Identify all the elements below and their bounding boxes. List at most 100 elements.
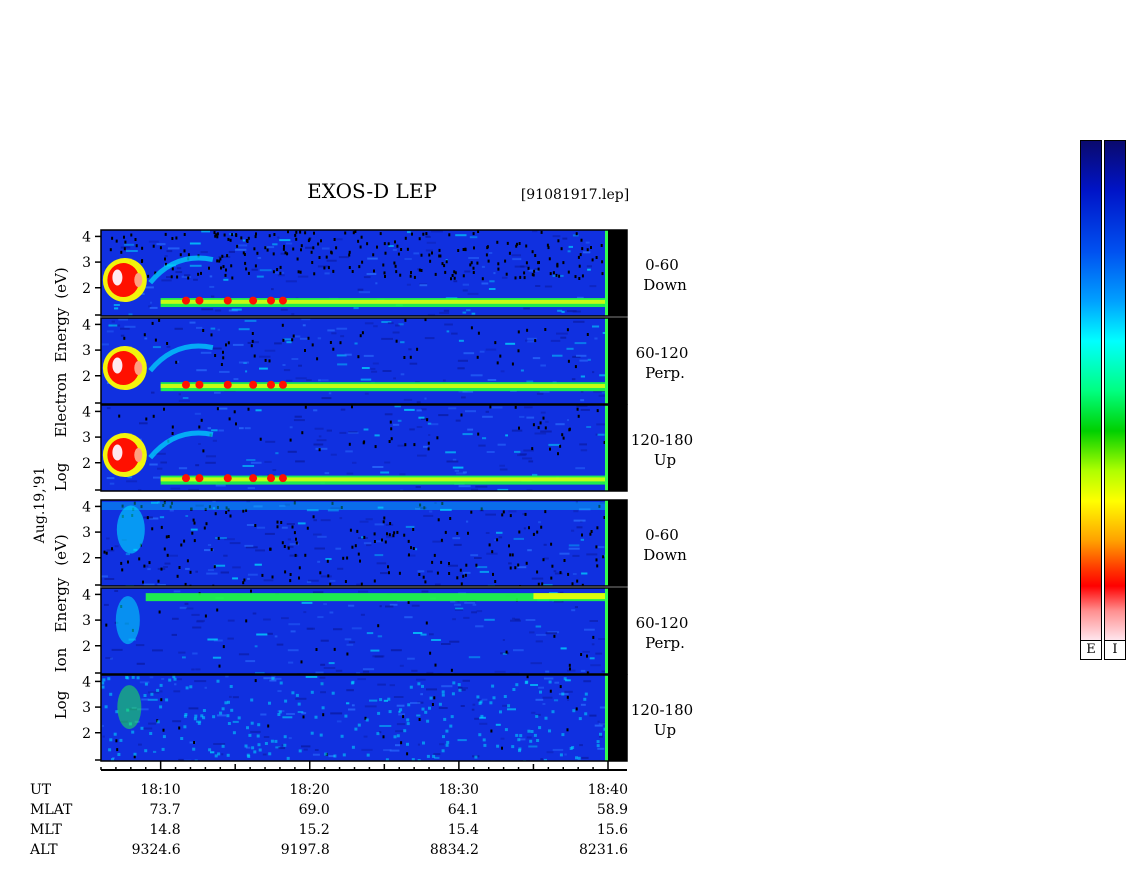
panel-electron-perp: 2 3 4 60-120 Perp. bbox=[82, 317, 689, 405]
burst-dot bbox=[249, 296, 258, 305]
y-axis-ticks: 2 3 4 bbox=[82, 587, 101, 674]
electron-ylabel-unit: (eV) bbox=[52, 267, 70, 298]
ephemeris-label: ALT bbox=[29, 842, 58, 858]
file-label: [91081917.lep] bbox=[521, 187, 629, 203]
burst-dot bbox=[181, 474, 190, 483]
burst-dot bbox=[195, 380, 204, 389]
burst-dot bbox=[249, 474, 258, 483]
y-tick-label: 2 bbox=[82, 726, 91, 742]
electron-ylabel: Log Electron Energy (eV) bbox=[52, 267, 70, 491]
y-tick-label: 2 bbox=[82, 551, 91, 567]
ion-ylabel: Log Ion Energy (eV) bbox=[52, 534, 70, 719]
ephemeris-value-alt: 9197.8 bbox=[281, 842, 330, 858]
ephemeris-value-mlt: 15.4 bbox=[448, 822, 479, 838]
y-axis-ticks: 2 3 4 bbox=[82, 499, 101, 586]
ephemeris-value-mlat: 73.7 bbox=[149, 802, 180, 818]
panel-ion-perp: 2 3 4 60-120 Perp. bbox=[82, 587, 688, 675]
electron-ylabel-line3: Energy bbox=[52, 307, 70, 362]
panel-angle-label: 120-180 bbox=[631, 701, 693, 719]
ephemeris-label: MLT bbox=[30, 822, 62, 838]
electron-ylabel-line2: Electron bbox=[52, 372, 70, 437]
time-axis bbox=[100, 761, 627, 771]
ephemeris-label: UT bbox=[30, 782, 52, 798]
data-end-line bbox=[605, 230, 608, 316]
no-data-strip bbox=[608, 405, 627, 491]
data-end-line bbox=[605, 588, 608, 674]
panel-direction-label: Perp. bbox=[645, 364, 685, 382]
ion-ylabel-line1: Log bbox=[52, 690, 70, 719]
burst-dot bbox=[278, 380, 287, 389]
y-tick-label: 3 bbox=[82, 700, 91, 716]
no-data-strip bbox=[608, 500, 627, 586]
chart-title: EXOS-D LEP bbox=[307, 179, 437, 203]
y-axis-ticks: 2 3 4 bbox=[82, 317, 101, 404]
no-data-strip bbox=[608, 318, 627, 404]
panel-direction-label: Down bbox=[643, 276, 687, 294]
ion-colorbar-gradient bbox=[1105, 141, 1125, 641]
panel-ion-up: 2 3 4 120-180 Up bbox=[82, 674, 693, 762]
ephemeris-value-mlt: 15.6 bbox=[597, 822, 628, 838]
panel-background bbox=[101, 500, 608, 586]
burst-dot bbox=[266, 296, 275, 305]
burst-dot bbox=[181, 380, 190, 389]
burst-dot bbox=[266, 474, 275, 483]
panel-direction-label: Perp. bbox=[645, 634, 685, 652]
no-data-strip bbox=[608, 588, 627, 674]
ion-ylabel-unit: (eV) bbox=[52, 534, 70, 565]
date-label: Aug.19,'91 bbox=[32, 467, 48, 544]
ephemeris-value-mlat: 69.0 bbox=[299, 802, 330, 818]
electron-colorbar: E bbox=[1080, 140, 1102, 660]
y-tick-label: 2 bbox=[82, 456, 91, 472]
ephemeris-value-mlat: 58.9 bbox=[597, 802, 628, 818]
y-axis-ticks: 2 3 4 bbox=[82, 674, 101, 761]
y-tick-label: 4 bbox=[82, 229, 91, 245]
y-axis-ticks: 2 3 4 bbox=[82, 229, 101, 316]
x-tick-label: 18:30 bbox=[439, 782, 479, 798]
no-data-strip bbox=[608, 230, 627, 316]
y-tick-label: 3 bbox=[82, 255, 91, 271]
data-end-line bbox=[605, 405, 608, 491]
y-tick-label: 3 bbox=[82, 613, 91, 629]
burst-dot bbox=[249, 380, 258, 389]
ion-colorbar: I bbox=[1104, 140, 1126, 660]
no-data-strip bbox=[608, 675, 627, 761]
data-end-line bbox=[605, 675, 608, 761]
panel-electron-up: 2 3 4 120-180 Up bbox=[82, 404, 693, 492]
panel-direction-label: Up bbox=[654, 721, 676, 739]
ion-feature bbox=[116, 505, 145, 554]
panel-angle-label: 60-120 bbox=[636, 614, 689, 632]
burst-dot bbox=[223, 296, 232, 305]
y-axis-ticks: 2 3 4 bbox=[82, 404, 101, 491]
ion-ylabel-line2: Ion bbox=[52, 647, 70, 672]
burst-dot bbox=[223, 474, 232, 483]
burst-dot bbox=[195, 474, 204, 483]
electron-ylabel-line1: Log bbox=[52, 462, 70, 491]
ion-ylabel-line3: Energy bbox=[52, 577, 70, 632]
ephemeris-value-mlt: 15.2 bbox=[299, 822, 330, 838]
burst-dot bbox=[278, 474, 287, 483]
y-tick-label: 4 bbox=[82, 317, 91, 333]
panel-electron-down: 2 3 4 0-60 Down bbox=[82, 229, 687, 317]
y-tick-label: 4 bbox=[82, 499, 91, 515]
x-tick-label: 18:20 bbox=[289, 782, 329, 798]
y-tick-label: 3 bbox=[82, 525, 91, 541]
ephemeris-value-mlat: 64.1 bbox=[448, 802, 479, 818]
electron-colorbar-label: E bbox=[1081, 640, 1101, 659]
ion-feature bbox=[117, 685, 142, 730]
data-end-line bbox=[605, 318, 608, 404]
ephemeris-label: MLAT bbox=[30, 802, 73, 818]
panel-angle-label: 60-120 bbox=[636, 344, 689, 362]
ephemeris-value-alt: 8834.2 bbox=[430, 842, 479, 858]
y-tick-label: 4 bbox=[82, 674, 91, 690]
y-tick-label: 2 bbox=[82, 369, 91, 385]
y-tick-label: 2 bbox=[82, 639, 91, 655]
y-tick-label: 3 bbox=[82, 343, 91, 359]
y-tick-label: 4 bbox=[82, 587, 91, 603]
panel-angle-label: 0-60 bbox=[645, 526, 679, 544]
burst-dot bbox=[266, 380, 275, 389]
panel-angle-label: 120-180 bbox=[631, 431, 693, 449]
electron-colorbar-gradient bbox=[1081, 141, 1101, 641]
burst-dot bbox=[223, 380, 232, 389]
spectrogram-figure: EXOS-D LEP [91081917.lep] Log Electron E… bbox=[29, 179, 693, 858]
x-tick-label: 18:40 bbox=[588, 782, 628, 798]
